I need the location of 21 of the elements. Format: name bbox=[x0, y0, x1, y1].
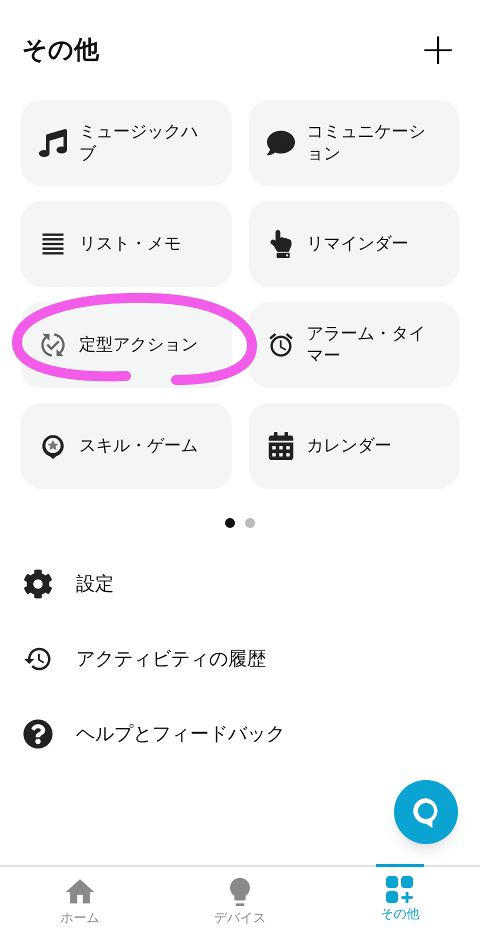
add-button[interactable]: + bbox=[418, 30, 458, 70]
feature-tile[interactable]: アラーム・タイマー bbox=[248, 302, 459, 388]
menu-item[interactable]: アクティビティの履歴 bbox=[76, 644, 266, 674]
feature-tile[interactable]: カレンダー bbox=[248, 403, 459, 489]
circular-arrows-check-icon bbox=[39, 331, 67, 359]
grid-plus-icon bbox=[385, 875, 415, 905]
page-title: その他 bbox=[22, 34, 99, 66]
menu-item[interactable]: ヘルプとフィードバック bbox=[76, 720, 285, 748]
star-badge-icon bbox=[40, 433, 66, 459]
feature-tile[interactable]: リマインダー bbox=[248, 201, 459, 287]
feature-tile[interactable]: ミュージックハブ bbox=[21, 100, 232, 186]
speech-bubble-icon bbox=[266, 129, 294, 157]
music-note-icon bbox=[39, 129, 67, 157]
settings-icon bbox=[23, 569, 53, 599]
feature-tile[interactable]: コミュニケーション bbox=[248, 100, 459, 186]
alarm-clock-icon bbox=[266, 331, 294, 359]
calendar-icon bbox=[266, 432, 294, 460]
feature-tile[interactable]: スキル・ゲーム bbox=[21, 403, 232, 489]
menu-item[interactable]: 設定 bbox=[76, 570, 114, 598]
feature-tile[interactable]: リスト・メモ bbox=[21, 201, 232, 287]
help-icon bbox=[23, 719, 53, 749]
